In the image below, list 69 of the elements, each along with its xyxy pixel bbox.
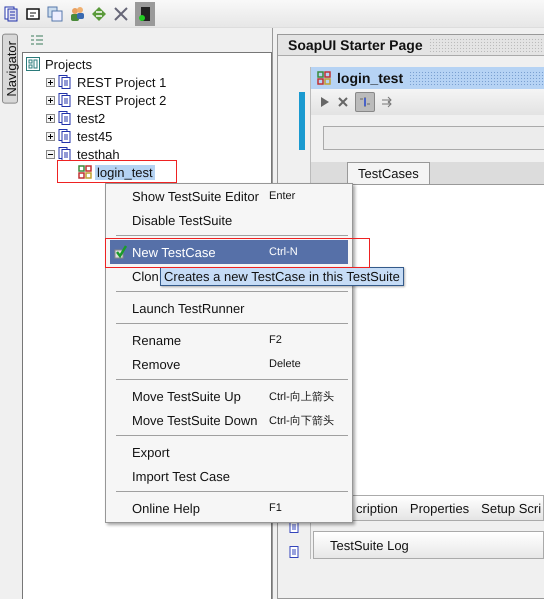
tree-item[interactable]: REST Project 2 [75, 92, 168, 108]
tree-item[interactable]: testhah [75, 146, 122, 162]
copy-icon[interactable] [47, 6, 63, 22]
document-icon[interactable] [3, 6, 19, 22]
shortcut-label: Ctrl-向下箭头 [269, 414, 335, 428]
document-icon [58, 129, 72, 143]
tab[interactable]: TestCases [347, 162, 430, 184]
menu-label: Online Help [132, 500, 200, 516]
menu-item[interactable]: Import Test Case [110, 464, 348, 488]
document-icon [289, 546, 299, 558]
step-icon[interactable] [359, 96, 371, 108]
menu-label: Launch TestRunner [132, 300, 245, 316]
menu-item[interactable]: Remove Delete [110, 352, 348, 376]
tab[interactable]: Properties [410, 500, 470, 516]
tree-item[interactable]: login_test [95, 164, 155, 180]
grid-icon [78, 165, 92, 179]
log-label[interactable]: TestSuite Log [330, 538, 409, 552]
check-icon [114, 245, 128, 259]
menu-label: Move TestSuite Up [132, 388, 241, 404]
expander-icon[interactable] [46, 96, 55, 104]
navigator-tab[interactable]: Navigator [2, 34, 18, 104]
menu-item[interactable]: Rename F2 [110, 328, 348, 352]
users-icon[interactable] [69, 6, 85, 22]
tree-item[interactable]: test45 [75, 128, 114, 144]
shortcut-label: Ctrl-N [269, 246, 299, 258]
tab[interactable]: Setup Scri [481, 500, 542, 516]
expander-icon[interactable] [46, 150, 55, 158]
menu-item[interactable]: Launch TestRunner [110, 296, 348, 320]
side-bar [299, 92, 305, 150]
shortcut-label: F2 [269, 334, 283, 346]
document-icon [58, 111, 72, 125]
list-icon[interactable] [31, 35, 43, 45]
expander-icon[interactable] [46, 78, 55, 86]
tree-item[interactable]: REST Project 1 [75, 74, 168, 90]
window-icon[interactable] [25, 6, 41, 22]
tab[interactable]: cription [356, 500, 398, 516]
menu-label: New TestCase [132, 244, 216, 260]
menu-item[interactable]: Move TestSuite Up Ctrl-向上箭头 [110, 384, 348, 408]
tree-item[interactable]: test2 [75, 110, 108, 126]
tooltip: Creates a new TestCase in this TestSuite [160, 267, 404, 286]
document-icon [58, 93, 72, 107]
menu-item[interactable]: Move TestSuite Down Ctrl-向下箭头 [110, 408, 348, 432]
tree-item[interactable]: Projects [43, 56, 94, 72]
menu-item[interactable]: Online Help F1 [110, 496, 348, 520]
menu-item[interactable]: Export [110, 440, 348, 464]
menu-label: Move TestSuite Down [132, 412, 258, 428]
menu-label: Export [132, 444, 170, 460]
expander-icon[interactable] [46, 114, 55, 122]
window-title: login_test [337, 70, 404, 86]
shortcut-label: Delete [269, 358, 302, 370]
menu-label: Remove [132, 356, 180, 372]
menu-item[interactable]: Show TestSuite Editor Enter [110, 184, 348, 208]
menu-label: Rename [132, 332, 182, 348]
menu-label: Import Test Case [132, 468, 230, 484]
menu-label: Show TestSuite Editor [132, 188, 259, 204]
server-icon[interactable] [137, 6, 153, 22]
close-icon[interactable] [337, 96, 349, 108]
document-icon [58, 75, 72, 89]
shortcut-label: Enter [269, 190, 296, 202]
menu-item[interactable]: Disable TestSuite [110, 208, 348, 232]
workspace-icon [26, 57, 40, 71]
expander-icon[interactable] [46, 132, 55, 140]
document-icon [58, 147, 72, 161]
grid-icon [317, 71, 331, 85]
shortcut-label: F1 [269, 502, 283, 514]
menu-item[interactable]: New TestCase Ctrl-N [110, 240, 348, 264]
menu-label: Disable TestSuite [132, 212, 232, 228]
play-icon[interactable] [319, 96, 331, 108]
shortcut-label: Ctrl-向上箭头 [269, 390, 335, 404]
